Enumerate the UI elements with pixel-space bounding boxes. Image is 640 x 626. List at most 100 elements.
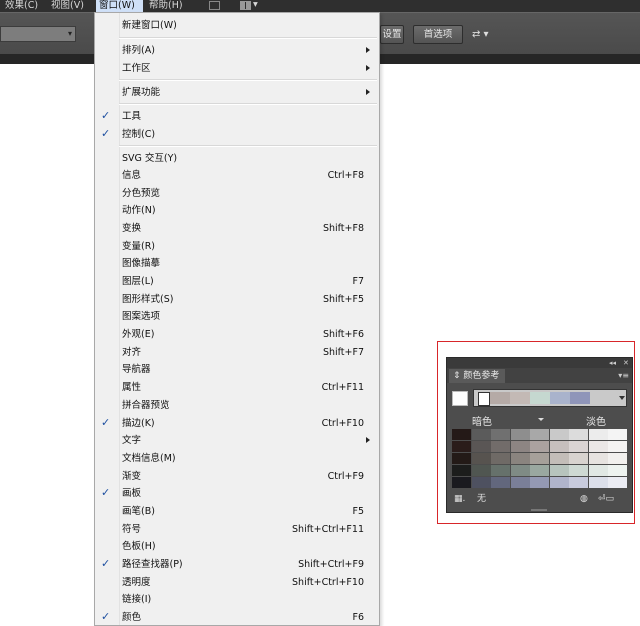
variation-swatch[interactable] xyxy=(588,453,608,464)
variation-swatch[interactable] xyxy=(608,477,627,488)
style-field[interactable]: ▾ xyxy=(0,26,76,42)
menu-help[interactable]: 帮助(H) xyxy=(149,0,183,12)
variation-swatch[interactable] xyxy=(549,477,569,488)
swatch-limit-label[interactable]: 无 xyxy=(477,493,486,505)
menu-window[interactable]: 窗口(W) xyxy=(96,0,143,12)
variation-swatch[interactable] xyxy=(569,441,588,452)
menu-item[interactable]: ✓ 描边(K) Ctrl+F10 xyxy=(95,415,379,432)
chevron-down-icon[interactable]: ▾ xyxy=(253,0,258,11)
harmony-color-swatch[interactable] xyxy=(490,392,510,404)
swatch-library-icon[interactable]: ▦. xyxy=(454,493,465,505)
menu-item[interactable]: 链接(I) xyxy=(95,591,379,608)
variation-swatch[interactable] xyxy=(471,465,491,476)
variation-swatch[interactable] xyxy=(569,465,588,476)
close-icon[interactable]: ✕ xyxy=(623,358,629,368)
harmony-color-swatch[interactable] xyxy=(550,392,570,404)
menu-item[interactable]: 符号 Shift+Ctrl+F11 xyxy=(95,521,379,538)
variation-swatch[interactable] xyxy=(569,429,588,440)
menu-item[interactable]: 图层(L) F7 xyxy=(95,273,379,290)
menu-item[interactable]: 工作区 xyxy=(95,60,379,77)
menu-effect[interactable]: 效果(C) xyxy=(5,0,38,12)
variation-swatch[interactable] xyxy=(471,441,491,452)
harmony-rules-dropdown-icon[interactable] xyxy=(619,396,625,400)
menu-item[interactable]: ✓ 画板 xyxy=(95,485,379,502)
variation-swatch[interactable] xyxy=(549,429,569,440)
menu-view[interactable]: 视图(V) xyxy=(51,0,84,12)
menu-item[interactable]: 透明度 Shift+Ctrl+F10 xyxy=(95,574,379,591)
menu-item[interactable]: 画笔(B) F5 xyxy=(95,503,379,520)
variation-swatch[interactable] xyxy=(452,441,471,452)
menu-item[interactable]: ✓ 路径查找器(P) Shift+Ctrl+F9 xyxy=(95,556,379,573)
preferences-button[interactable]: 首选项 xyxy=(413,25,463,44)
menu-item[interactable]: ✓ 颜色 F6 xyxy=(95,609,379,626)
menu-item[interactable]: SVG 交互(Y) xyxy=(95,150,379,167)
collapse-icon[interactable]: ◂◂ xyxy=(609,358,616,368)
menu-item[interactable]: 渐变 Ctrl+F9 xyxy=(95,468,379,485)
variation-swatch[interactable] xyxy=(530,465,549,476)
menu-item[interactable]: 色板(H) xyxy=(95,538,379,555)
menu-item[interactable]: 排列(A) xyxy=(95,42,379,59)
tab-color-guide[interactable]: ⇕ 颜色参考 xyxy=(449,369,506,383)
variation-swatch[interactable] xyxy=(510,477,530,488)
variation-swatch[interactable] xyxy=(608,453,627,464)
variation-swatch[interactable] xyxy=(471,477,491,488)
variation-swatch[interactable] xyxy=(510,441,530,452)
menu-item[interactable]: 变量(R) xyxy=(95,238,379,255)
menu-item[interactable]: 对齐 Shift+F7 xyxy=(95,344,379,361)
menu-item[interactable]: 属性 Ctrl+F11 xyxy=(95,379,379,396)
menu-item[interactable]: 外观(E) Shift+F6 xyxy=(95,326,379,343)
variation-swatch[interactable] xyxy=(510,453,530,464)
variation-swatch[interactable] xyxy=(491,465,510,476)
variation-swatch[interactable] xyxy=(569,477,588,488)
harmony-colors-bar[interactable] xyxy=(473,389,627,407)
harmony-color-swatch[interactable] xyxy=(510,392,530,404)
menu-item[interactable]: 新建窗口(W) xyxy=(95,17,379,34)
menu-item[interactable]: 图形样式(S) Shift+F5 xyxy=(95,291,379,308)
document-setup-button[interactable]: 设置 xyxy=(380,25,404,44)
menu-item[interactable]: 图案选项 xyxy=(95,308,379,325)
menu-item[interactable]: 文档信息(M) xyxy=(95,450,379,467)
menu-item[interactable]: 分色预览 xyxy=(95,185,379,202)
menu-item[interactable]: ✓ 控制(C) xyxy=(95,126,379,143)
variation-swatch[interactable] xyxy=(491,429,510,440)
variation-swatch[interactable] xyxy=(510,465,530,476)
base-color-swatch[interactable] xyxy=(452,391,468,406)
variation-swatch[interactable] xyxy=(549,465,569,476)
variation-swatch[interactable] xyxy=(471,429,491,440)
variation-swatch[interactable] xyxy=(510,429,530,440)
menu-item[interactable]: 导航器 xyxy=(95,361,379,378)
variation-swatch[interactable] xyxy=(452,477,471,488)
arrange-documents-icon[interactable] xyxy=(240,1,251,10)
variation-swatch[interactable] xyxy=(608,465,627,476)
variation-swatch[interactable] xyxy=(530,429,549,440)
variation-swatch[interactable] xyxy=(452,429,471,440)
variation-swatch[interactable] xyxy=(588,429,608,440)
variation-swatch[interactable] xyxy=(491,441,510,452)
menu-item[interactable]: 动作(N) xyxy=(95,202,379,219)
harmony-color-swatch[interactable] xyxy=(530,392,550,404)
variation-swatch[interactable] xyxy=(471,453,491,464)
variation-swatch[interactable] xyxy=(608,429,627,440)
variation-swatch[interactable] xyxy=(530,453,549,464)
variation-swatch[interactable] xyxy=(491,453,510,464)
resize-grip[interactable] xyxy=(531,509,547,511)
variation-swatch[interactable] xyxy=(549,453,569,464)
menu-item[interactable]: 扩展功能 xyxy=(95,84,379,101)
menu-item[interactable]: 变换 Shift+F8 xyxy=(95,220,379,237)
variation-swatch[interactable] xyxy=(608,441,627,452)
variation-swatch[interactable] xyxy=(569,453,588,464)
variation-swatch[interactable] xyxy=(530,477,549,488)
panel-menu-icon[interactable]: ▾≡ xyxy=(618,371,629,380)
menu-item[interactable]: ✓ 工具 xyxy=(95,108,379,125)
variation-swatch[interactable] xyxy=(530,441,549,452)
bridge-icon[interactable] xyxy=(209,1,220,10)
variation-swatch[interactable] xyxy=(588,477,608,488)
variation-swatch[interactable] xyxy=(452,453,471,464)
panel-titlebar[interactable]: ◂◂ ✕ xyxy=(447,358,632,368)
menu-item[interactable]: 信息 Ctrl+F8 xyxy=(95,167,379,184)
variation-swatch[interactable] xyxy=(452,465,471,476)
harmony-color-swatch[interactable] xyxy=(478,392,490,406)
variation-swatch[interactable] xyxy=(588,465,608,476)
arrange-icon[interactable]: ⇄ ▾ xyxy=(472,29,489,40)
variations-dropdown-icon[interactable] xyxy=(538,418,544,421)
